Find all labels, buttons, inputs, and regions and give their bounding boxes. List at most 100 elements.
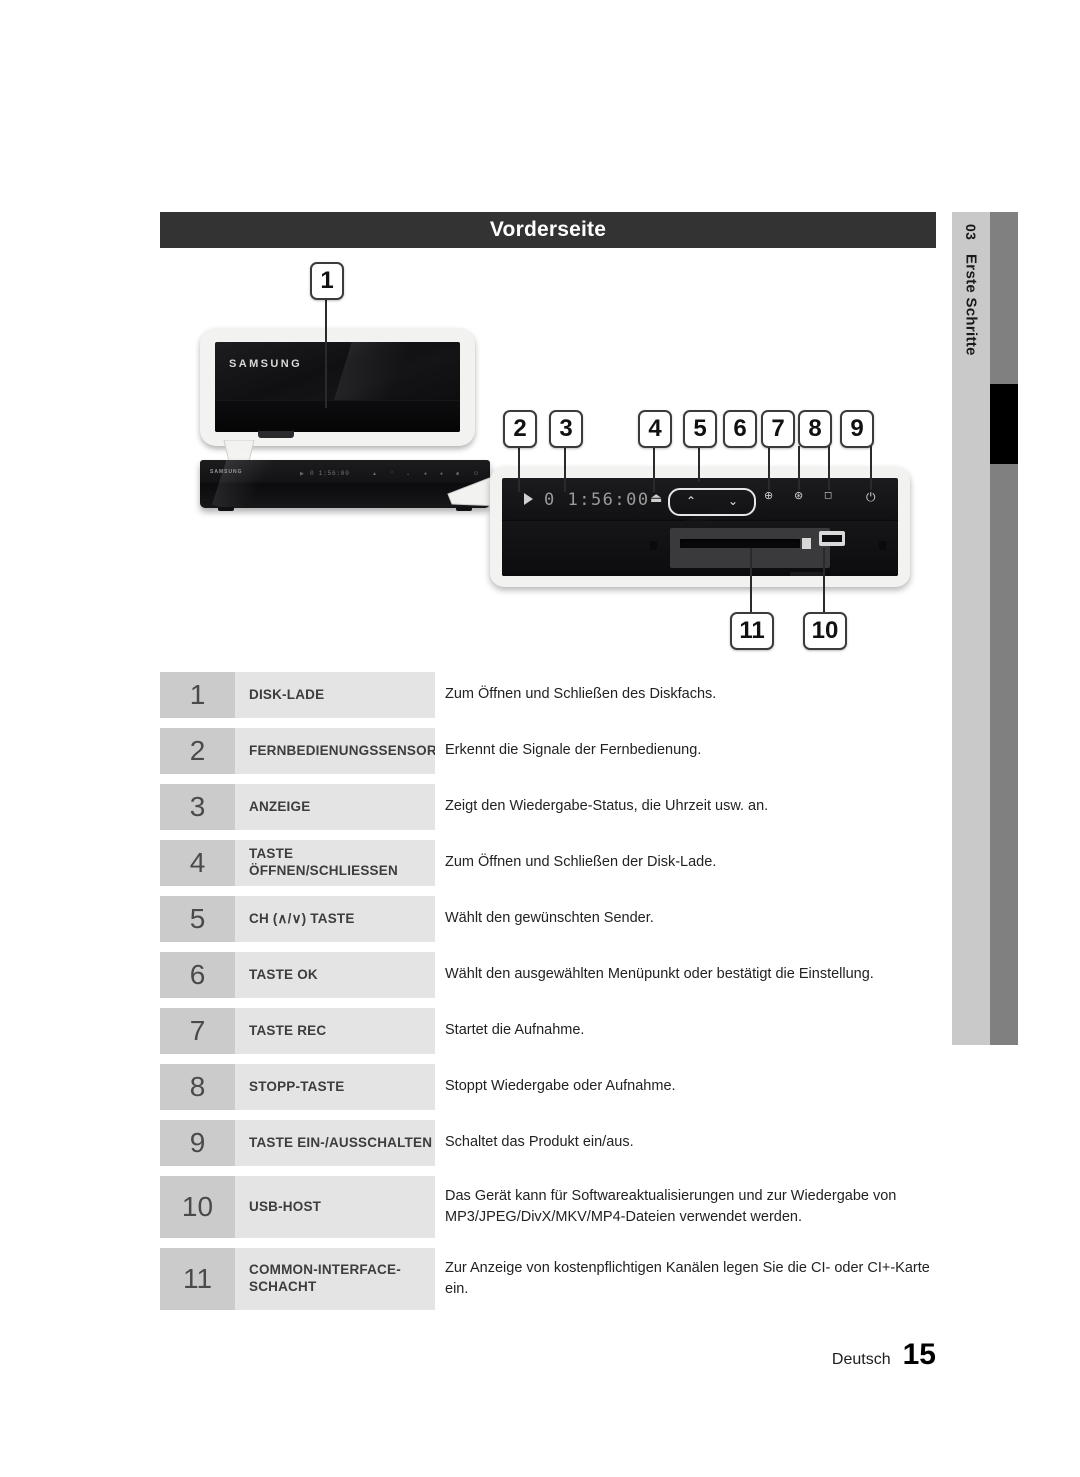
ok-button-icon[interactable]: ⊕ (764, 491, 773, 502)
callout-5-label: 5 (693, 415, 707, 442)
row-description: Wählt den ausgewählten Menüpunkt oder be… (435, 952, 936, 998)
power-icon[interactable]: ⏻ (866, 491, 876, 503)
samsung-logo: SAMSUNG (229, 358, 303, 370)
callout-11-label: 11 (739, 617, 765, 644)
row-number: 5 (160, 896, 235, 942)
ci-slot-eject-tab[interactable] (802, 538, 811, 549)
row-description: Erkennt die Signale der Fernbedienung. (435, 728, 936, 774)
mini-chevron-down-icon: ⌄ (406, 471, 411, 477)
device-top-front-face: SAMSUNG (215, 342, 460, 432)
footer-language: Deutsch (831, 1351, 891, 1368)
callout-10: 10 (803, 612, 847, 650)
chevron-down-icon[interactable]: ⌄ (728, 495, 738, 507)
callout-1-label: 1 (320, 267, 334, 294)
device-disc-tray-nub (258, 431, 294, 438)
section-header-banner: Vorderseite (160, 212, 936, 248)
row-label: TASTE OK (235, 952, 435, 998)
table-row: 10 USB-HOST Das Gerät kann für Softwarea… (160, 1176, 936, 1238)
device-front-panel-magnified: 0 1:56:00 ⏏ ⌃ ⌄ ⊕ ⊛ ◻ ⏻ (490, 467, 910, 587)
device-top-magnified: SAMSUNG (200, 328, 475, 446)
front-panel-parts-table: 1 DISK-LADE Zum Öffnen und Schließen des… (160, 672, 936, 1320)
table-row: 6 TASTE OK Wählt den ausgewählten Menüpu… (160, 952, 936, 998)
row-number: 8 (160, 1064, 235, 1110)
chevron-up-icon[interactable]: ⌃ (686, 495, 696, 507)
record-icon[interactable]: ⊛ (794, 491, 803, 502)
chapter-number: 03 (963, 224, 979, 241)
footer-page-number: 15 (902, 1338, 936, 1371)
stop-square-icon[interactable]: ◻ (824, 491, 832, 501)
leader-line-11 (750, 548, 752, 616)
panel-corner-dot-left (650, 541, 657, 550)
row-number: 3 (160, 784, 235, 830)
page-title: Vorderseite (489, 218, 607, 241)
row-description: Stoppt Wiedergabe oder Aufnahme. (435, 1064, 936, 1110)
chapter-side-tab: 03 Erste Schritte (952, 212, 1018, 1045)
table-row: 2 FERNBEDIENUNGSSENSOR Erkennt die Signa… (160, 728, 936, 774)
row-number: 4 (160, 840, 235, 886)
callout-6-label: 6 (733, 415, 747, 442)
row-number: 6 (160, 952, 235, 998)
page-footer: Deutsch 15 (0, 1338, 936, 1372)
mini-display-readout: 0 1:56:00 (310, 470, 350, 477)
row-label: TASTE EIN-/AUSSCHALTEN (235, 1120, 435, 1166)
leader-line-4 (653, 446, 655, 492)
callout-2-label: 2 (513, 415, 527, 442)
row-description: Startet die Aufnahme. (435, 1008, 936, 1054)
row-label: FERNBEDIENUNGSSENSOR (235, 728, 437, 774)
row-description: Das Gerät kann für Softwareaktualisierun… (435, 1176, 936, 1238)
device-foot-left (218, 507, 234, 511)
leader-line-7 (798, 446, 800, 490)
front-panel-lower-row (502, 521, 898, 576)
chapter-label: Erste Schritte (962, 254, 980, 356)
callout-1: 1 (310, 262, 344, 300)
row-label: STOPP-TASTE (235, 1064, 435, 1110)
table-row: 8 STOPP-TASTE Stoppt Wiedergabe oder Auf… (160, 1064, 936, 1110)
callout-11: 11 (730, 612, 774, 650)
mini-play-icon: ▶ (300, 471, 304, 477)
row-description: Zeigt den Wiedergabe-Status, die Uhrzeit… (435, 784, 936, 830)
callout-7: 7 (761, 410, 795, 448)
row-label: DISK-LADE (235, 672, 435, 718)
table-row: 9 TASTE EIN-/AUSSCHALTEN Schaltet das Pr… (160, 1120, 936, 1166)
table-row: 5 CH (∧/∨) TASTE Wählt den gewünschten S… (160, 896, 936, 942)
leader-line-9 (870, 446, 872, 490)
leader-line-3 (564, 446, 566, 492)
callout-8: 8 (798, 410, 832, 448)
usb-port-opening (822, 535, 842, 542)
leader-line-2 (518, 446, 520, 492)
row-description: Schaltet das Produkt ein/aus. (435, 1120, 936, 1166)
callout-10-label: 10 (811, 617, 839, 644)
front-panel-face: 0 1:56:00 ⏏ ⌃ ⌄ ⊕ ⊛ ◻ ⏻ (502, 478, 898, 576)
gloss-highlight (316, 342, 424, 432)
usb-port-icon[interactable] (819, 531, 845, 546)
row-number: 11 (160, 1248, 235, 1310)
callout-8-label: 8 (808, 415, 822, 442)
callout-7-label: 7 (771, 415, 785, 442)
row-description: Zur Anzeige von kostenpflichtigen Kanäle… (435, 1248, 936, 1310)
row-description: Wählt den gewünschten Sender. (435, 896, 936, 942)
panel-bottom-nub (790, 572, 824, 576)
callout-3-label: 3 (559, 415, 573, 442)
channel-rocker[interactable]: ⌃ ⌄ (668, 488, 756, 516)
play-triangle-icon (524, 493, 533, 505)
row-number: 10 (160, 1176, 235, 1238)
side-tab-dark-strip (990, 212, 1018, 1045)
callout-4: 4 (638, 410, 672, 448)
row-label: COMMON-INTERFACE-SCHACHT (235, 1248, 435, 1310)
leader-line-6 (768, 446, 770, 490)
product-diagram: SAMSUNG SAMSUNG 0 1:56:00 ▶ ▲ ⌃ ⌄ ● ● ■ … (160, 250, 936, 650)
leader-line-10 (823, 548, 825, 616)
row-number: 2 (160, 728, 235, 774)
samsung-logo-small: SAMSUNG (210, 469, 243, 475)
leader-line-1 (325, 296, 327, 408)
side-tab-chapter-marker (990, 384, 1018, 464)
eject-icon: ⏏ (650, 490, 663, 505)
row-label: ANZEIGE (235, 784, 435, 830)
table-row: 4 TASTE ÖFFNEN/SCHLIESSEN Zum Öffnen und… (160, 840, 936, 886)
row-label: TASTE ÖFFNEN/SCHLIESSEN (235, 840, 435, 886)
ci-slot-opening (680, 539, 800, 548)
row-label: TASTE REC (235, 1008, 435, 1054)
callout-3: 3 (549, 410, 583, 448)
callout-4-label: 4 (648, 415, 662, 442)
row-description: Zum Öffnen und Schließen der Disk-Lade. (435, 840, 936, 886)
